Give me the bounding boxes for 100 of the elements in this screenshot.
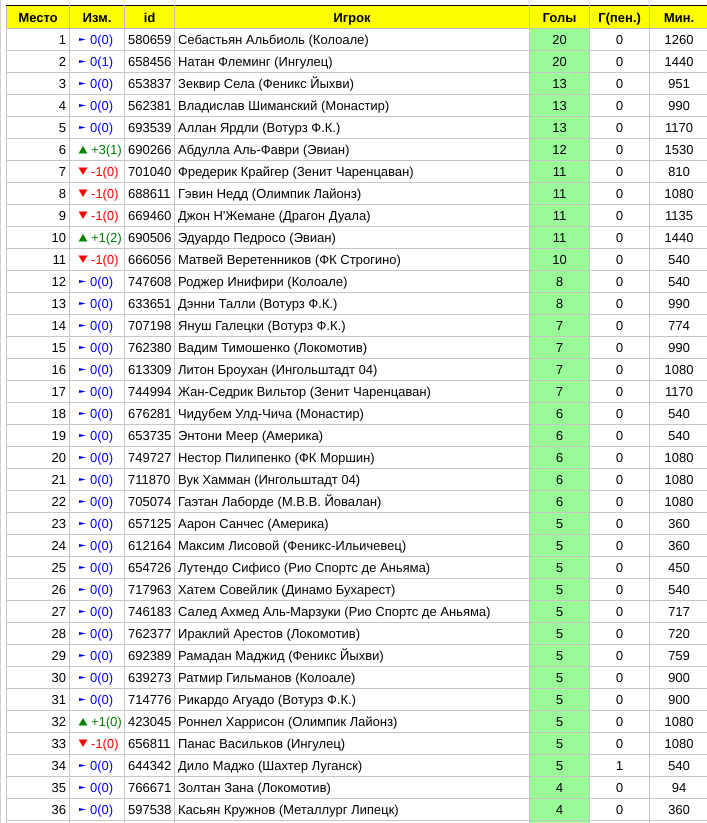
- penalty-goals-cell: 0: [590, 644, 650, 666]
- change-value: 0(0): [90, 274, 114, 289]
- player-cell: Абдулла Аль-Фаври (Эвиан): [174, 138, 530, 160]
- change-value: -1(0): [91, 208, 118, 223]
- change-value: -1(0): [91, 736, 118, 751]
- penalty-goals-cell: 0: [590, 28, 650, 50]
- penalty-goals-cell: 0: [590, 446, 650, 468]
- change-value: 0(0): [90, 648, 114, 663]
- place-cell: 8: [6, 182, 70, 204]
- change-value: 0(0): [90, 626, 114, 641]
- goals-cell: 6: [530, 468, 590, 490]
- id-cell: 656811: [124, 732, 174, 754]
- goals-cell: 20: [530, 50, 590, 72]
- player-cell: Салед Ахмед Аль-Марзуки (Рио Спортс де Аньяма): [174, 600, 530, 622]
- goals-cell: 7: [530, 358, 590, 380]
- id-cell: 717963: [124, 578, 174, 600]
- column-header: Мин.: [650, 6, 707, 28]
- place-cell: 15: [6, 336, 70, 358]
- goals-cell: 10: [530, 248, 590, 270]
- goals-cell: 6: [530, 424, 590, 446]
- goals-cell: 5: [530, 754, 590, 776]
- id-cell: 707198: [124, 314, 174, 336]
- goals-cell: 4: [530, 776, 590, 798]
- player-cell: Эдуардо Педросо (Эвиан): [174, 226, 530, 248]
- column-header: Место: [6, 6, 70, 28]
- change-value: 0(0): [90, 758, 114, 773]
- change-value: 0(1): [90, 54, 114, 69]
- place-cell: 29: [6, 644, 70, 666]
- change-value: 0(0): [90, 582, 114, 597]
- place-cell: 7: [6, 160, 70, 182]
- penalty-goals-cell: 0: [590, 94, 650, 116]
- penalty-goals-cell: 0: [590, 512, 650, 534]
- place-cell: 14: [6, 314, 70, 336]
- penalty-goals-cell: 1: [590, 754, 650, 776]
- place-cell: 12: [6, 270, 70, 292]
- change-value: +1(2): [91, 230, 122, 245]
- penalty-goals-cell: 0: [590, 534, 650, 556]
- player-cell: Рамадан Маджид (Феникс Йыхви): [174, 644, 530, 666]
- penalty-goals-cell: 0: [590, 380, 650, 402]
- id-cell: 762377: [124, 622, 174, 644]
- goals-cell: 20: [530, 28, 590, 50]
- id-cell: 666056: [124, 248, 174, 270]
- penalty-goals-cell: 0: [590, 182, 650, 204]
- place-cell: 2: [6, 50, 70, 72]
- change-value: 0(0): [90, 802, 114, 817]
- goals-cell: 8: [530, 270, 590, 292]
- place-cell: 31: [6, 688, 70, 710]
- id-cell: 690506: [124, 226, 174, 248]
- change-value: 0(0): [90, 362, 114, 377]
- player-cell: Золтан Зана (Локомотив): [174, 776, 530, 798]
- penalty-goals-cell: 0: [590, 688, 650, 710]
- goals-cell: 6: [530, 490, 590, 512]
- player-cell: Рикардо Агуадо (Вотурз Ф.К.): [174, 688, 530, 710]
- place-cell: 1: [6, 28, 70, 50]
- id-cell: 580659: [124, 28, 174, 50]
- goals-cell: 7: [530, 336, 590, 358]
- id-cell: 744994: [124, 380, 174, 402]
- place-cell: 36: [6, 798, 70, 820]
- id-cell: 676281: [124, 402, 174, 424]
- id-cell: 711870: [124, 468, 174, 490]
- penalty-goals-cell: 0: [590, 600, 650, 622]
- player-cell: Роннел Харрисон (Олимпик Лайонз): [174, 710, 530, 732]
- player-cell: Ираклий Арестов (Локомотив): [174, 622, 530, 644]
- change-value: 0(0): [90, 538, 114, 553]
- goals-cell: 13: [530, 94, 590, 116]
- column-header: id: [124, 6, 174, 28]
- goals-cell: 5: [530, 622, 590, 644]
- place-cell: 18: [6, 402, 70, 424]
- id-cell: 423045: [124, 710, 174, 732]
- column-header: Г(пен.): [590, 6, 650, 28]
- place-cell: 6: [6, 138, 70, 160]
- penalty-goals-cell: 0: [590, 798, 650, 820]
- column-header: Игрок: [174, 6, 530, 28]
- player-cell: Чидубем Улд-Чича (Монастир): [174, 402, 530, 424]
- place-cell: 27: [6, 600, 70, 622]
- change-value: 0(0): [90, 384, 114, 399]
- change-value: +3(1): [91, 142, 122, 157]
- goals-cell: 11: [530, 182, 590, 204]
- penalty-goals-cell: 0: [590, 776, 650, 798]
- id-cell: 653837: [124, 72, 174, 94]
- penalty-goals-cell: 0: [590, 556, 650, 578]
- player-cell: Панас Васильков (Ингулец): [174, 732, 530, 754]
- penalty-goals-cell: 0: [590, 314, 650, 336]
- column-header: Голы: [530, 6, 590, 28]
- change-value: 0(0): [90, 670, 114, 685]
- place-cell: 22: [6, 490, 70, 512]
- penalty-goals-cell: 0: [590, 402, 650, 424]
- player-cell: Гэвин Недд (Олимпик Лайонз): [174, 182, 530, 204]
- player-cell: Зеквир Села (Феникс Йыхви): [174, 72, 530, 94]
- id-cell: 654726: [124, 556, 174, 578]
- change-value: 0(0): [90, 406, 114, 421]
- id-cell: 639273: [124, 666, 174, 688]
- player-cell: Жан-Седрик Вильтор (Зенит Чаренцаван): [174, 380, 530, 402]
- place-cell: 25: [6, 556, 70, 578]
- change-value: 0(0): [90, 472, 114, 487]
- change-value: 0(0): [90, 340, 114, 355]
- goals-cell: 11: [530, 160, 590, 182]
- goals-cell: 11: [530, 226, 590, 248]
- change-value: 0(0): [90, 76, 114, 91]
- penalty-goals-cell: 0: [590, 204, 650, 226]
